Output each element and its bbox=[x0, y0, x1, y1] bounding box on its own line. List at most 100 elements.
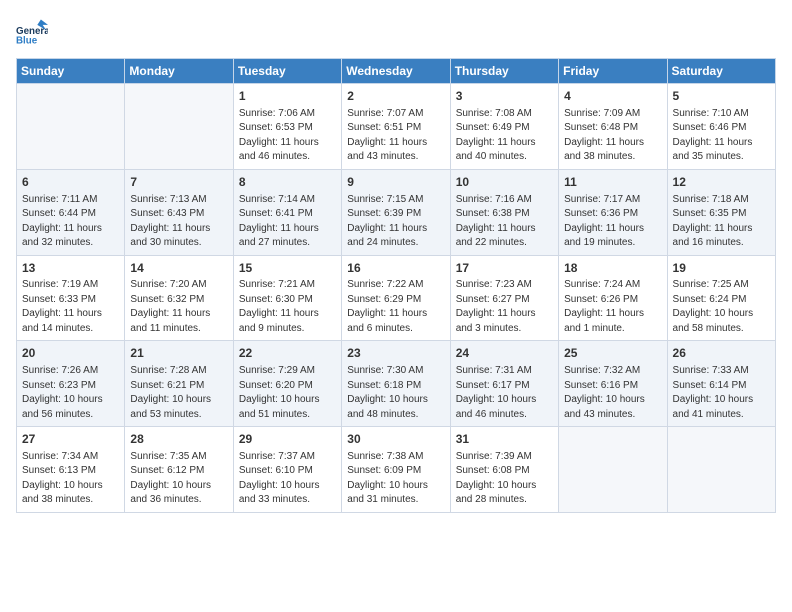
day-info: Sunrise: 7:39 AM Sunset: 6:08 PM Dayligh… bbox=[456, 450, 553, 508]
day-info: Sunrise: 7:35 AM Sunset: 6:12 PM Dayligh… bbox=[130, 450, 227, 508]
day-info: Sunrise: 7:19 AM Sunset: 6:33 PM Dayligh… bbox=[22, 278, 119, 336]
day-number: 31 bbox=[456, 431, 553, 448]
day-info: Sunrise: 7:22 AM Sunset: 6:29 PM Dayligh… bbox=[347, 278, 444, 336]
day-number: 3 bbox=[456, 88, 553, 105]
calendar-day-cell bbox=[667, 427, 775, 513]
calendar-week-row: 6Sunrise: 7:11 AM Sunset: 6:44 PM Daylig… bbox=[17, 169, 776, 255]
day-number: 24 bbox=[456, 345, 553, 362]
day-info: Sunrise: 7:10 AM Sunset: 6:46 PM Dayligh… bbox=[673, 107, 770, 165]
day-info: Sunrise: 7:31 AM Sunset: 6:17 PM Dayligh… bbox=[456, 364, 553, 422]
logo-icon: General Blue bbox=[16, 16, 48, 48]
weekday-header: Sunday bbox=[17, 59, 125, 84]
day-number: 26 bbox=[673, 345, 770, 362]
day-number: 23 bbox=[347, 345, 444, 362]
day-info: Sunrise: 7:33 AM Sunset: 6:14 PM Dayligh… bbox=[673, 364, 770, 422]
day-number: 2 bbox=[347, 88, 444, 105]
calendar-day-cell: 19Sunrise: 7:25 AM Sunset: 6:24 PM Dayli… bbox=[667, 255, 775, 341]
day-info: Sunrise: 7:38 AM Sunset: 6:09 PM Dayligh… bbox=[347, 450, 444, 508]
calendar-day-cell: 30 Sunrise: 7:38 AM Sunset: 6:09 PM Dayli… bbox=[342, 427, 450, 513]
calendar-day-cell bbox=[559, 427, 667, 513]
day-number: 30 bbox=[347, 431, 444, 448]
calendar-day-cell: 23 Sunrise: 7:30 AM Sunset: 6:18 PM Dayli… bbox=[342, 341, 450, 427]
weekday-header: Wednesday bbox=[342, 59, 450, 84]
day-number: 20 bbox=[22, 345, 119, 362]
calendar-day-cell: 16Sunrise: 7:22 AM Sunset: 6:29 PM Dayli… bbox=[342, 255, 450, 341]
day-number: 1 bbox=[239, 88, 336, 105]
calendar-day-cell: 5 Sunrise: 7:10 AM Sunset: 6:46 PM Daylig… bbox=[667, 84, 775, 170]
calendar-day-cell: 28Sunrise: 7:35 AM Sunset: 6:12 PM Dayli… bbox=[125, 427, 233, 513]
day-number: 5 bbox=[673, 88, 770, 105]
calendar-day-cell: 27Sunrise: 7:34 AM Sunset: 6:13 PM Dayli… bbox=[17, 427, 125, 513]
weekday-header: Monday bbox=[125, 59, 233, 84]
day-number: 15 bbox=[239, 260, 336, 277]
calendar-week-row: 27Sunrise: 7:34 AM Sunset: 6:13 PM Dayli… bbox=[17, 427, 776, 513]
calendar-day-cell: 21Sunrise: 7:28 AM Sunset: 6:21 PM Dayli… bbox=[125, 341, 233, 427]
calendar-day-cell bbox=[125, 84, 233, 170]
calendar-day-cell: 6Sunrise: 7:11 AM Sunset: 6:44 PM Daylig… bbox=[17, 169, 125, 255]
calendar-day-cell: 25 Sunrise: 7:32 AM Sunset: 6:16 PM Dayli… bbox=[559, 341, 667, 427]
calendar-week-row: 13Sunrise: 7:19 AM Sunset: 6:33 PM Dayli… bbox=[17, 255, 776, 341]
day-info: Sunrise: 7:08 AM Sunset: 6:49 PM Dayligh… bbox=[456, 107, 553, 165]
calendar-header-row: SundayMondayTuesdayWednesdayThursdayFrid… bbox=[17, 59, 776, 84]
day-info: Sunrise: 7:18 AM Sunset: 6:35 PM Dayligh… bbox=[673, 193, 770, 251]
calendar-day-cell: 7Sunrise: 7:13 AM Sunset: 6:43 PM Daylig… bbox=[125, 169, 233, 255]
weekday-header: Thursday bbox=[450, 59, 558, 84]
day-number: 8 bbox=[239, 174, 336, 191]
calendar-day-cell: 1 Sunrise: 7:06 AM Sunset: 6:53 PM Daylig… bbox=[233, 84, 341, 170]
svg-text:Blue: Blue bbox=[16, 36, 38, 47]
calendar-day-cell: 12 Sunrise: 7:18 AM Sunset: 6:35 PM Dayli… bbox=[667, 169, 775, 255]
day-number: 7 bbox=[130, 174, 227, 191]
day-info: Sunrise: 7:30 AM Sunset: 6:18 PM Dayligh… bbox=[347, 364, 444, 422]
calendar-day-cell: 4Sunrise: 7:09 AM Sunset: 6:48 PM Daylig… bbox=[559, 84, 667, 170]
weekday-header: Friday bbox=[559, 59, 667, 84]
day-info: Sunrise: 7:28 AM Sunset: 6:21 PM Dayligh… bbox=[130, 364, 227, 422]
day-number: 22 bbox=[239, 345, 336, 362]
day-info: Sunrise: 7:06 AM Sunset: 6:53 PM Dayligh… bbox=[239, 107, 336, 165]
calendar-day-cell: 20 Sunrise: 7:26 AM Sunset: 6:23 PM Dayli… bbox=[17, 341, 125, 427]
calendar-day-cell: 24 Sunrise: 7:31 AM Sunset: 6:17 PM Dayli… bbox=[450, 341, 558, 427]
day-number: 12 bbox=[673, 174, 770, 191]
calendar-day-cell bbox=[17, 84, 125, 170]
calendar-day-cell: 14Sunrise: 7:20 AM Sunset: 6:32 PM Dayli… bbox=[125, 255, 233, 341]
day-number: 10 bbox=[456, 174, 553, 191]
calendar-day-cell: 18Sunrise: 7:24 AM Sunset: 6:26 PM Dayli… bbox=[559, 255, 667, 341]
calendar-day-cell: 22 Sunrise: 7:29 AM Sunset: 6:20 PM Dayli… bbox=[233, 341, 341, 427]
calendar-day-cell: 29Sunrise: 7:37 AM Sunset: 6:10 PM Dayli… bbox=[233, 427, 341, 513]
day-info: Sunrise: 7:21 AM Sunset: 6:30 PM Dayligh… bbox=[239, 278, 336, 336]
calendar-day-cell: 8Sunrise: 7:14 AM Sunset: 6:41 PM Daylig… bbox=[233, 169, 341, 255]
day-info: Sunrise: 7:15 AM Sunset: 6:39 PM Dayligh… bbox=[347, 193, 444, 251]
calendar-day-cell: 13Sunrise: 7:19 AM Sunset: 6:33 PM Dayli… bbox=[17, 255, 125, 341]
day-number: 6 bbox=[22, 174, 119, 191]
day-number: 14 bbox=[130, 260, 227, 277]
calendar-day-cell: 9 Sunrise: 7:15 AM Sunset: 6:39 PM Daylig… bbox=[342, 169, 450, 255]
day-number: 18 bbox=[564, 260, 661, 277]
day-info: Sunrise: 7:26 AM Sunset: 6:23 PM Dayligh… bbox=[22, 364, 119, 422]
day-info: Sunrise: 7:32 AM Sunset: 6:16 PM Dayligh… bbox=[564, 364, 661, 422]
weekday-header: Tuesday bbox=[233, 59, 341, 84]
calendar-day-cell: 10 Sunrise: 7:16 AM Sunset: 6:38 PM Dayli… bbox=[450, 169, 558, 255]
day-number: 25 bbox=[564, 345, 661, 362]
day-number: 17 bbox=[456, 260, 553, 277]
day-info: Sunrise: 7:20 AM Sunset: 6:32 PM Dayligh… bbox=[130, 278, 227, 336]
weekday-header: Saturday bbox=[667, 59, 775, 84]
day-info: Sunrise: 7:29 AM Sunset: 6:20 PM Dayligh… bbox=[239, 364, 336, 422]
calendar-day-cell: 11 Sunrise: 7:17 AM Sunset: 6:36 PM Dayli… bbox=[559, 169, 667, 255]
calendar-table: SundayMondayTuesdayWednesdayThursdayFrid… bbox=[16, 58, 776, 513]
day-number: 19 bbox=[673, 260, 770, 277]
day-number: 29 bbox=[239, 431, 336, 448]
day-number: 9 bbox=[347, 174, 444, 191]
day-info: Sunrise: 7:23 AM Sunset: 6:27 PM Dayligh… bbox=[456, 278, 553, 336]
day-number: 13 bbox=[22, 260, 119, 277]
calendar-week-row: 20 Sunrise: 7:26 AM Sunset: 6:23 PM Dayli… bbox=[17, 341, 776, 427]
day-number: 4 bbox=[564, 88, 661, 105]
day-info: Sunrise: 7:16 AM Sunset: 6:38 PM Dayligh… bbox=[456, 193, 553, 251]
calendar-day-cell: 31 Sunrise: 7:39 AM Sunset: 6:08 PM Dayli… bbox=[450, 427, 558, 513]
calendar-day-cell: 2Sunrise: 7:07 AM Sunset: 6:51 PM Daylig… bbox=[342, 84, 450, 170]
calendar-day-cell: 17Sunrise: 7:23 AM Sunset: 6:27 PM Dayli… bbox=[450, 255, 558, 341]
day-number: 11 bbox=[564, 174, 661, 191]
logo: General Blue bbox=[16, 16, 48, 48]
calendar-day-cell: 15Sunrise: 7:21 AM Sunset: 6:30 PM Dayli… bbox=[233, 255, 341, 341]
page-header: General Blue bbox=[16, 16, 776, 48]
day-info: Sunrise: 7:17 AM Sunset: 6:36 PM Dayligh… bbox=[564, 193, 661, 251]
calendar-day-cell: 26 Sunrise: 7:33 AM Sunset: 6:14 PM Dayli… bbox=[667, 341, 775, 427]
